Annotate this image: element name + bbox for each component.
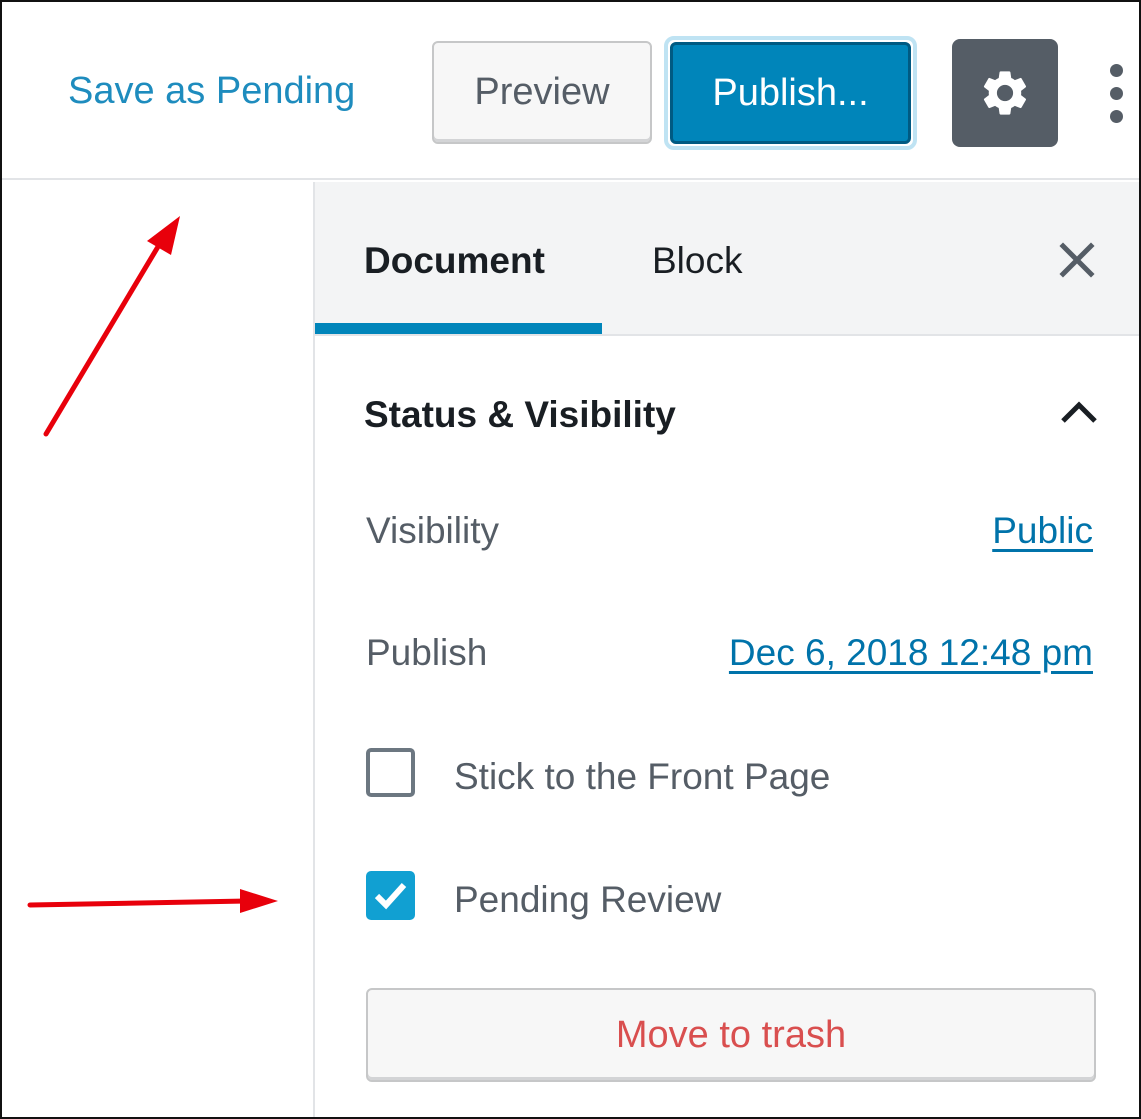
tab-document[interactable]: Document [364,240,545,282]
publish-date-link[interactable]: Dec 6, 2018 12:48 pm [729,632,1093,674]
screenshot-frame: Save as Pending Preview Publish... Docum… [0,0,1141,1119]
panel-title[interactable]: Status & Visibility [364,394,676,436]
tab-block[interactable]: Block [652,240,742,282]
more-options-button[interactable] [1104,64,1130,124]
publish-button[interactable]: Publish... [670,42,911,144]
close-icon [1059,242,1095,278]
sticky-checkbox[interactable] [366,748,415,797]
kebab-dot [1110,110,1123,123]
pending-review-label[interactable]: Pending Review [454,879,721,921]
gear-icon [983,71,1027,115]
checkmark-icon [374,882,407,910]
visibility-label: Visibility [366,510,499,551]
pending-review-checkbox[interactable] [366,871,415,920]
chevron-up-icon[interactable] [1059,397,1099,427]
editor-header: Save as Pending Preview Publish... [2,2,1139,180]
kebab-dot [1110,87,1123,100]
editor-canvas [2,182,313,1117]
settings-button[interactable] [952,39,1058,147]
sidebar-tabs: Document Block [315,182,1139,336]
save-as-pending-button[interactable]: Save as Pending [68,70,355,113]
preview-button[interactable]: Preview [432,41,652,144]
publish-date-label: Publish [366,632,488,673]
publish-button-focus-ring: Publish... [664,36,917,150]
settings-sidebar: Document Block Status & Visibility Visib… [313,182,1139,1117]
move-to-trash-button[interactable]: Move to trash [366,988,1096,1082]
sticky-label[interactable]: Stick to the Front Page [454,756,830,798]
active-tab-indicator [315,323,602,334]
kebab-icon [1110,64,1123,77]
visibility-link[interactable]: Public [992,510,1093,552]
close-sidebar-button[interactable] [1055,238,1099,282]
